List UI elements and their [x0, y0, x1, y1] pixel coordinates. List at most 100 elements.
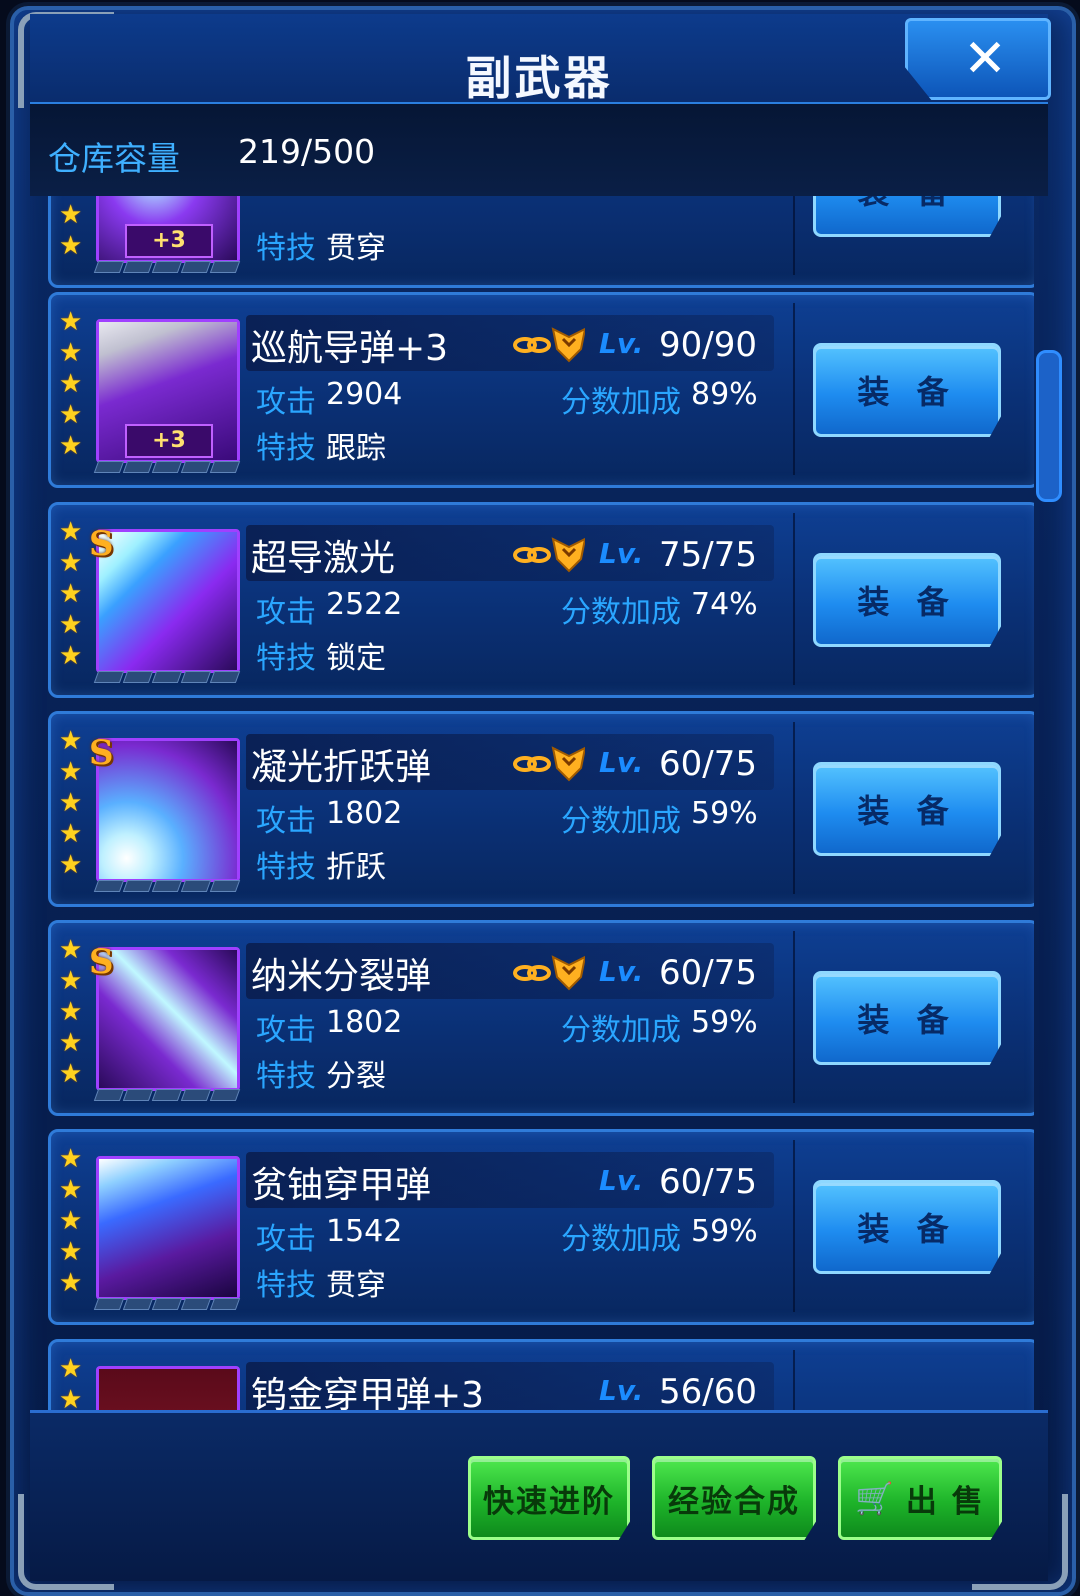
equip-button[interactable]: 装 备: [813, 196, 1001, 237]
star-icon: ★: [59, 200, 83, 230]
equip-button[interactable]: 装 备: [813, 971, 1001, 1065]
list-item[interactable]: ★ ★ ★ ★ ★ S 纳米分裂弹 Lv. 60/75 攻击 1802 分数加成 59%…: [48, 920, 1034, 1116]
attack-value: 1802: [326, 796, 403, 831]
skill-label: 特技: [256, 1268, 316, 1303]
list-item[interactable]: ★ ★ ★ ★ ★ S 凝光折跃弹 Lv. 60/75 攻击 1802 分数加成 59%…: [48, 711, 1034, 907]
star-icon: ★: [59, 1354, 83, 1384]
weapon-icon: S: [89, 733, 240, 882]
equip-label: 装 备: [857, 1210, 957, 1248]
attack-value: 1542: [326, 1214, 403, 1249]
exp-merge-label: 经验合成: [668, 1483, 800, 1520]
rank-badge: S: [89, 733, 114, 773]
skill-value: 分裂: [326, 1059, 386, 1094]
star-icon: ★: [59, 338, 83, 368]
bonus-value: 89%: [691, 377, 758, 412]
equip-label: 装 备: [857, 583, 957, 621]
star-icon: ★: [59, 517, 83, 547]
upgrade-slots: [93, 261, 241, 273]
star-rating: ★★★★★: [59, 935, 89, 1090]
star-icon: ★: [59, 1206, 83, 1236]
star-icon: ★: [59, 1059, 83, 1089]
sell-button[interactable]: 🛒 出 售: [838, 1456, 1002, 1540]
level-value: 90/90: [659, 325, 757, 365]
quick-advance-button[interactable]: 快速进阶: [468, 1456, 630, 1540]
level-label: Lv.: [599, 537, 644, 570]
equip-button[interactable]: 装 备: [813, 343, 1001, 437]
star-icon: ★: [59, 641, 83, 671]
equip-button[interactable]: 装 备: [813, 553, 1001, 647]
weapon-icon: S: [89, 942, 240, 1091]
close-button[interactable]: ✕: [905, 18, 1051, 100]
page-title: 副武器: [465, 51, 613, 105]
star-icon: ★: [59, 1144, 83, 1174]
divider: [793, 196, 795, 275]
star-icon: ★: [59, 231, 83, 261]
level-label: Lv.: [599, 327, 644, 360]
list-item[interactable]: ★★★★★ +3 特技 贯穿 装 备: [48, 196, 1034, 288]
weapon-icon: +3: [96, 319, 240, 463]
equip-button[interactable]: 装 备: [813, 1180, 1001, 1274]
star-icon: ★: [59, 431, 83, 461]
bonus-label: 分数加成: [561, 385, 681, 420]
weapon-name: 纳米分裂弹: [251, 956, 432, 997]
star-icon: ★: [59, 610, 83, 640]
star-icon: ★: [59, 1237, 83, 1267]
upgrade-slots: [93, 1089, 241, 1101]
bond-icon: [513, 955, 585, 991]
star-icon: ★: [59, 1175, 83, 1205]
skill-value: 贯穿: [326, 231, 386, 266]
bonus-value: 74%: [691, 587, 758, 622]
list-item[interactable]: ★ ★ ★ ★ ★ +3 巡航导弹+3 Lv. 90/90 攻击 2904 分数加成 8…: [48, 292, 1034, 488]
star-icon: ★: [59, 307, 83, 337]
skill-value: 折跃: [326, 850, 386, 885]
star-icon: ★: [59, 850, 83, 880]
skill-value: 锁定: [326, 641, 386, 676]
star-icon: ★: [59, 1028, 83, 1058]
weapon-icon: +3: [96, 196, 240, 263]
level-label: Lv.: [599, 955, 644, 988]
divider: [793, 722, 795, 894]
attack-label: 攻击: [256, 804, 316, 839]
capacity-bar: 仓库容量 219/500: [30, 104, 1048, 196]
capacity-label: 仓库容量: [48, 139, 180, 178]
skill-label: 特技: [256, 641, 316, 676]
level-label: Lv.: [599, 746, 644, 779]
bond-icon: [513, 327, 585, 363]
weapon-list[interactable]: ★★★★★ +3 特技 贯穿 装 备 ★★★★★ +3 巡航导弹+3: [44, 196, 1034, 1410]
bonus-label: 分数加成: [561, 595, 681, 630]
weapon-name: 超导激光: [251, 538, 396, 579]
attack-label: 攻击: [256, 1222, 316, 1257]
divider: [793, 513, 795, 685]
list-item[interactable]: ★ ★ ★ ★ ★ 贫铀穿甲弹 Lv. 60/75 攻击 1542 分数加成 59% 特…: [48, 1129, 1034, 1325]
level-value: 75/75: [659, 535, 757, 575]
capacity-value: 219/500: [238, 132, 376, 171]
star-rating: ★★★★★: [59, 517, 89, 672]
attack-label: 攻击: [256, 385, 316, 420]
bonus-label: 分数加成: [561, 1222, 681, 1257]
weapon-name: 巡航导弹+3: [251, 328, 449, 369]
equip-button[interactable]: 装 备: [813, 762, 1001, 856]
skill-value: 跟踪: [326, 431, 386, 466]
weapon-icon: S: [89, 524, 240, 673]
skill-label: 特技: [256, 850, 316, 885]
star-icon: ★: [59, 966, 83, 996]
weapon-icon: [96, 1366, 240, 1410]
scrollbar[interactable]: [1036, 350, 1062, 502]
star-rating: ★★★★★: [59, 726, 89, 881]
level-value: 60/75: [659, 953, 757, 993]
skill-label: 特技: [256, 431, 316, 466]
skill-label: 特技: [256, 1059, 316, 1094]
star-rating: ★★★★★: [59, 1354, 89, 1410]
star-icon: ★: [59, 819, 83, 849]
level-value: 56/60: [659, 1372, 757, 1410]
divider: [793, 1140, 795, 1312]
title-bar: 副武器: [30, 14, 1048, 105]
bond-icon: [513, 746, 585, 782]
equip-label: 装 备: [857, 792, 957, 830]
attack-label: 攻击: [256, 1013, 316, 1048]
bonus-value: 59%: [691, 1005, 758, 1040]
list-item[interactable]: ★ ★ ★ ★ ★ S 超导激光 Lv. 75/75 攻击 2522 分数加成 74% …: [48, 502, 1034, 698]
list-item[interactable]: ★★★★★ 钨金穿甲弹+3 Lv. 56/60: [48, 1339, 1034, 1410]
star-icon: ★: [59, 1268, 83, 1298]
exp-merge-button[interactable]: 经验合成: [652, 1456, 816, 1540]
